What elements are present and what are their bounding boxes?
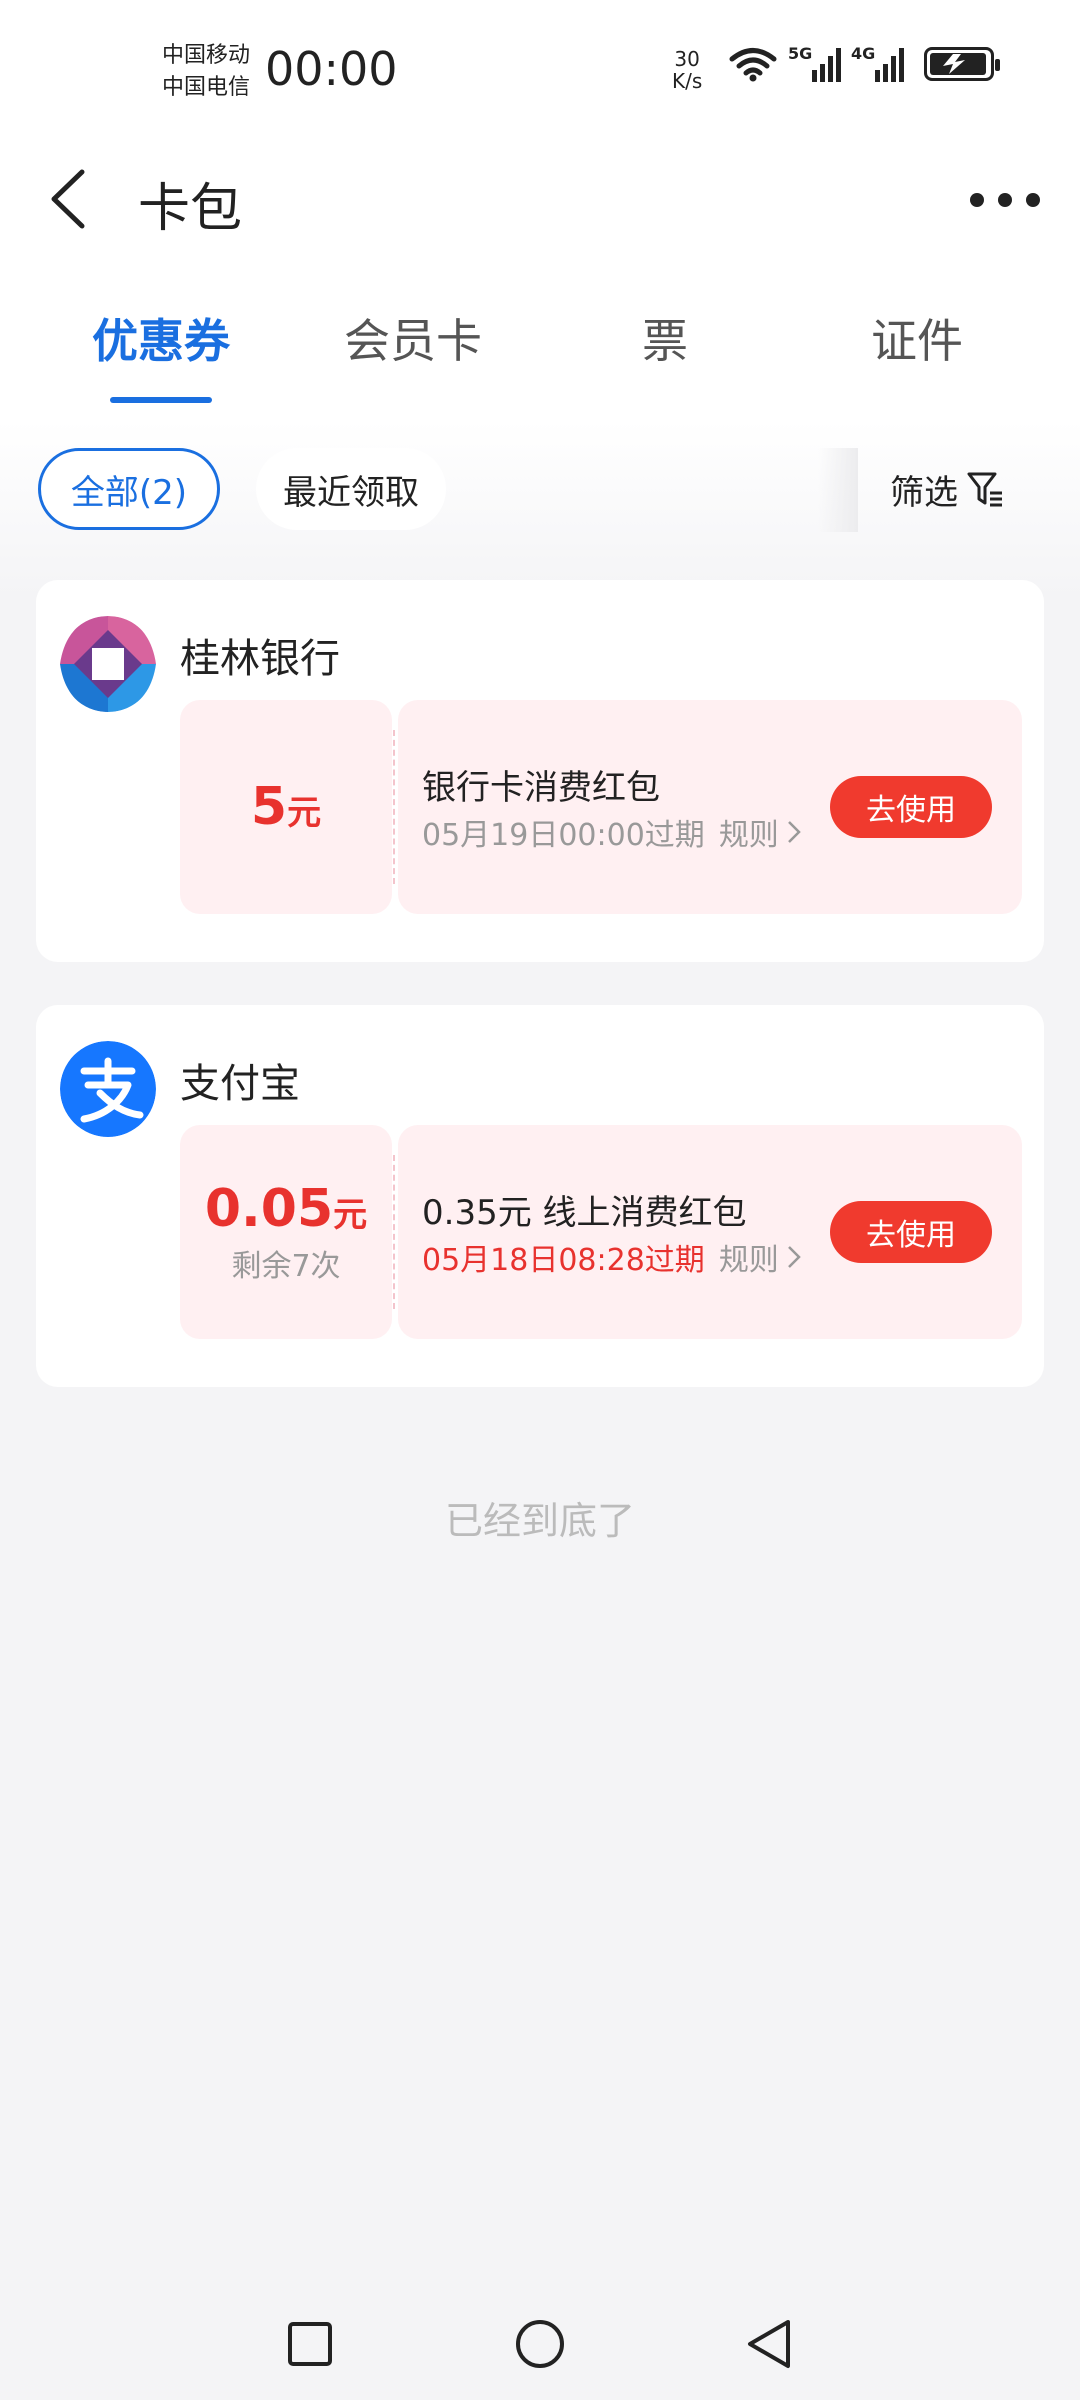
back-arrow-icon[interactable] [40,164,100,234]
chevron-right-icon [787,1246,801,1268]
tab-membership-cards[interactable]: 会员卡 [288,305,538,371]
coupon-amount-value: 5 [250,777,288,837]
carrier-info: 中国移动 中国电信 [162,40,250,104]
tab-ids[interactable]: 证件 [792,305,1042,371]
back-triangle-icon[interactable] [740,2314,800,2374]
network-speed: 30 K/s [672,48,702,92]
coupon-amount: 5元 [251,777,321,837]
end-of-list-text: 已经到底了 [444,1499,635,1543]
use-coupon-button[interactable]: 去使用 [830,776,992,838]
signal-5g-icon: 5G [788,44,841,82]
chevron-right-icon [787,821,801,843]
page-title: 卡包 [138,179,243,239]
coupon-card: 支付宝 0.05元 剩余7次 0.35元 线上消费红包 05月18日08:28过… [36,1005,1044,1387]
coupon-expiry: 05月18日08:28过期 [422,1243,705,1278]
coupon-amount-panel: 0.05元 剩余7次 [180,1125,392,1339]
coupon-divider [393,1155,395,1309]
coupon-rules-link[interactable]: 规则 [719,1235,779,1279]
coupon-amount-unit: 元 [333,1195,368,1235]
tab-coupons[interactable]: 优惠券 [36,305,286,371]
charging-icon [943,54,965,74]
status-bar: 中国移动 中国电信 00:00 30 K/s 5G 4G [0,0,1080,140]
coupon-amount-panel: 5元 [180,700,392,914]
wifi-icon [729,48,777,82]
coupon-expiry: 05月19日00:00过期 [422,818,705,853]
use-coupon-button[interactable]: 去使用 [830,1201,992,1263]
coupon-rules-link[interactable]: 规则 [719,810,779,854]
merchant-name: 桂林银行 [180,636,340,682]
signal-4g-icon: 4G [851,44,904,82]
filter-button[interactable]: 筛选 [890,448,1006,530]
signal-5g-label: 5G [788,44,813,63]
filter-funnel-icon [967,472,1002,507]
coupon-remaining-uses: 剩余7次 [231,1249,341,1284]
signal-4g-label: 4G [851,44,876,63]
active-tab-indicator [110,397,212,403]
alipay-logo-icon [60,1041,156,1137]
merchant-name: 支付宝 [180,1061,300,1107]
coupon-divider [393,730,395,884]
coupon-amount: 0.05元 [205,1179,367,1239]
network-speed-unit: K/s [672,69,703,93]
recent-apps-square-icon[interactable] [280,2314,340,2374]
coupon-details-panel: 银行卡消费红包 05月19日00:00过期 规则 去使用 [398,700,1022,914]
filter-button-label: 筛选 [890,472,958,513]
tab-tickets[interactable]: 票 [540,305,790,371]
guilin-bank-logo-icon [60,616,156,712]
coupon-meta: 05月19日00:00过期 规则 [422,810,803,854]
network-speed-value: 30 [674,47,700,71]
carrier-2: 中国电信 [162,75,251,100]
filter-bar: 全部(2) 最近领取 筛选 [0,448,1080,532]
coupon-meta: 05月18日08:28过期 规则 [422,1235,803,1279]
coupon-details-panel: 0.35元 线上消费红包 05月18日08:28过期 规则 去使用 [398,1125,1022,1339]
header: 卡包 [0,150,1080,250]
filter-all-chip[interactable]: 全部(2) [38,448,220,530]
battery-icon [924,47,1000,81]
coupon-name: 0.35元 线上消费红包 [422,1193,747,1233]
coupon-amount-unit: 元 [287,793,322,833]
more-options-icon[interactable] [970,180,1040,220]
home-circle-icon[interactable] [510,2314,570,2374]
carrier-1: 中国移动 [162,43,251,68]
coupon-card: 桂林银行 5元 银行卡消费红包 05月19日00:00过期 规则 去使用 [36,580,1044,962]
tab-bar: 优惠券 会员卡 票 证件 [0,305,1080,405]
system-navigation-bar [0,2290,1080,2390]
coupon-name: 银行卡消费红包 [422,768,660,808]
clock: 00:00 [265,42,398,96]
filter-recent-chip[interactable]: 最近领取 [256,448,446,530]
status-icons: 5G 4G [728,44,1000,82]
coupon-amount-value: 0.05 [204,1179,334,1239]
filter-scroll-fade [818,448,858,532]
